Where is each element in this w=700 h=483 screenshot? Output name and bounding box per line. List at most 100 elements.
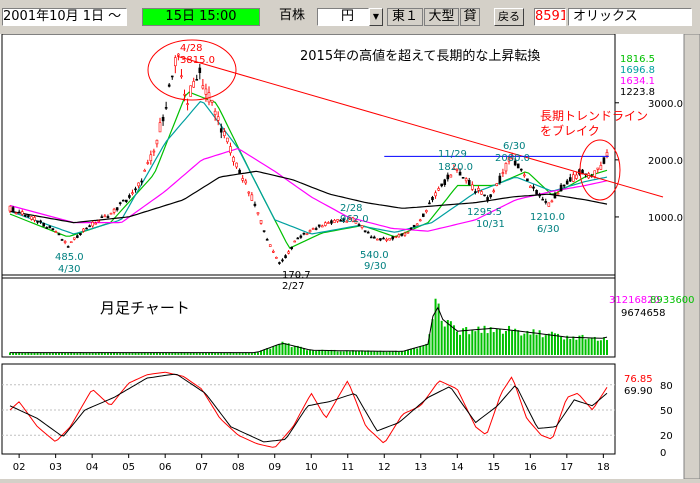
toolbar: 2001年10月 1日 ～ 15日 15:00 百株 円 ▼ 東１ 大型 貸 戻… xyxy=(0,0,700,34)
candle-body xyxy=(314,228,318,230)
volume-bar xyxy=(495,329,498,355)
ma-value-label: 1223.8 xyxy=(620,87,655,98)
volume-bar xyxy=(563,339,566,355)
volume-bar xyxy=(318,350,321,355)
volume-value-label: 9674658 xyxy=(621,308,666,319)
x-tick-label: 04 xyxy=(86,462,99,473)
candle-body xyxy=(198,67,202,74)
candle-body xyxy=(284,255,287,259)
currency-select[interactable]: 円 xyxy=(317,8,369,26)
x-tick-label: 08 xyxy=(232,462,245,473)
back-button[interactable]: 戻る xyxy=(494,8,524,26)
volume-bar xyxy=(606,340,608,355)
volume-bar xyxy=(557,333,560,355)
volume-bar xyxy=(547,333,550,355)
candle-body xyxy=(333,219,336,223)
candle-body xyxy=(115,207,119,211)
volume-bar xyxy=(204,353,207,355)
candle-body xyxy=(308,230,312,233)
candle-body xyxy=(262,230,266,232)
candle-body xyxy=(69,241,73,244)
candle-body xyxy=(550,200,554,203)
x-tick-label: 06 xyxy=(159,462,172,473)
candle-body xyxy=(106,216,110,218)
candle-body xyxy=(299,235,303,238)
price-annotation: 6/30 xyxy=(503,141,525,152)
candle-body xyxy=(446,174,450,180)
price-annotation: 2/28 xyxy=(340,203,362,214)
ma-value-label: 1634.1 xyxy=(620,76,655,87)
candle-body xyxy=(210,99,214,103)
x-tick-label: 09 xyxy=(268,462,281,473)
volume-bar xyxy=(443,326,446,355)
candle-body xyxy=(599,165,603,170)
volume-bar xyxy=(455,331,458,355)
volume-bar xyxy=(501,333,504,355)
market-label: 東１ xyxy=(387,8,423,26)
volume-bar xyxy=(480,332,483,355)
candle-body xyxy=(140,180,143,183)
price-annotation: 1295.5 xyxy=(467,207,502,218)
candle-body xyxy=(146,162,150,164)
candle-body xyxy=(189,85,192,97)
breakout-circle xyxy=(579,139,621,201)
volume-bar xyxy=(468,334,471,355)
volume-bar xyxy=(477,326,480,355)
stock-name-field[interactable]: オリックス xyxy=(568,8,692,26)
volume-bar xyxy=(293,346,296,355)
dropdown-arrow-icon[interactable]: ▼ xyxy=(369,8,383,26)
volume-bar xyxy=(278,344,281,355)
volume-bar xyxy=(290,347,293,355)
current-time-field[interactable]: 15日 15:00 xyxy=(142,8,260,26)
candle-body xyxy=(143,170,147,172)
candle-body xyxy=(253,203,257,206)
candle-body xyxy=(376,238,379,241)
volume-bar xyxy=(498,328,501,355)
x-tick-label: 02 xyxy=(13,462,26,473)
volume-bar xyxy=(471,330,474,355)
date-range-field[interactable]: 2001年10月 1日 ～ xyxy=(2,8,127,26)
candle-body xyxy=(327,222,330,224)
candle-body xyxy=(278,262,281,264)
candle-body xyxy=(504,163,508,172)
candle-body xyxy=(296,237,300,240)
volume-bar xyxy=(544,335,547,355)
candle-body xyxy=(11,207,15,213)
candle-body xyxy=(180,75,183,78)
volume-bar xyxy=(514,328,517,355)
candle-body xyxy=(256,212,260,215)
volume-bar xyxy=(465,327,468,355)
candle-body xyxy=(360,225,364,228)
ma-value-label: 1696.8 xyxy=(620,65,655,76)
candle-body xyxy=(544,201,548,203)
candle-body xyxy=(541,198,545,201)
candle-body xyxy=(247,191,251,194)
candle-body xyxy=(223,131,226,136)
moving-average-line xyxy=(9,91,608,249)
x-tick-label: 17 xyxy=(560,462,573,473)
stock-code-field[interactable]: 8591 xyxy=(534,8,566,26)
candle-body xyxy=(422,213,425,217)
oscillator-value-label: 76.85 xyxy=(624,374,653,385)
candle-body xyxy=(428,202,431,205)
volume-bar xyxy=(76,352,79,355)
candle-body xyxy=(192,81,195,88)
candle-body xyxy=(498,175,502,184)
volume-bar xyxy=(152,352,155,355)
volume-bar xyxy=(584,339,587,355)
candle-body xyxy=(415,223,419,226)
size-class-label: 大型 xyxy=(424,8,459,26)
candle-body xyxy=(186,103,189,105)
volume-bar xyxy=(149,352,152,355)
volume-bar xyxy=(116,352,119,355)
volume-bar xyxy=(159,352,162,355)
volume-bar xyxy=(256,352,259,355)
candle-body xyxy=(63,241,67,243)
volume-bar xyxy=(324,350,327,355)
volume-bar xyxy=(327,350,330,355)
volume-bar xyxy=(373,351,376,355)
candle-body xyxy=(369,236,373,239)
candle-body xyxy=(400,233,404,236)
volume-bar xyxy=(504,330,507,355)
volume-bar xyxy=(272,346,275,355)
